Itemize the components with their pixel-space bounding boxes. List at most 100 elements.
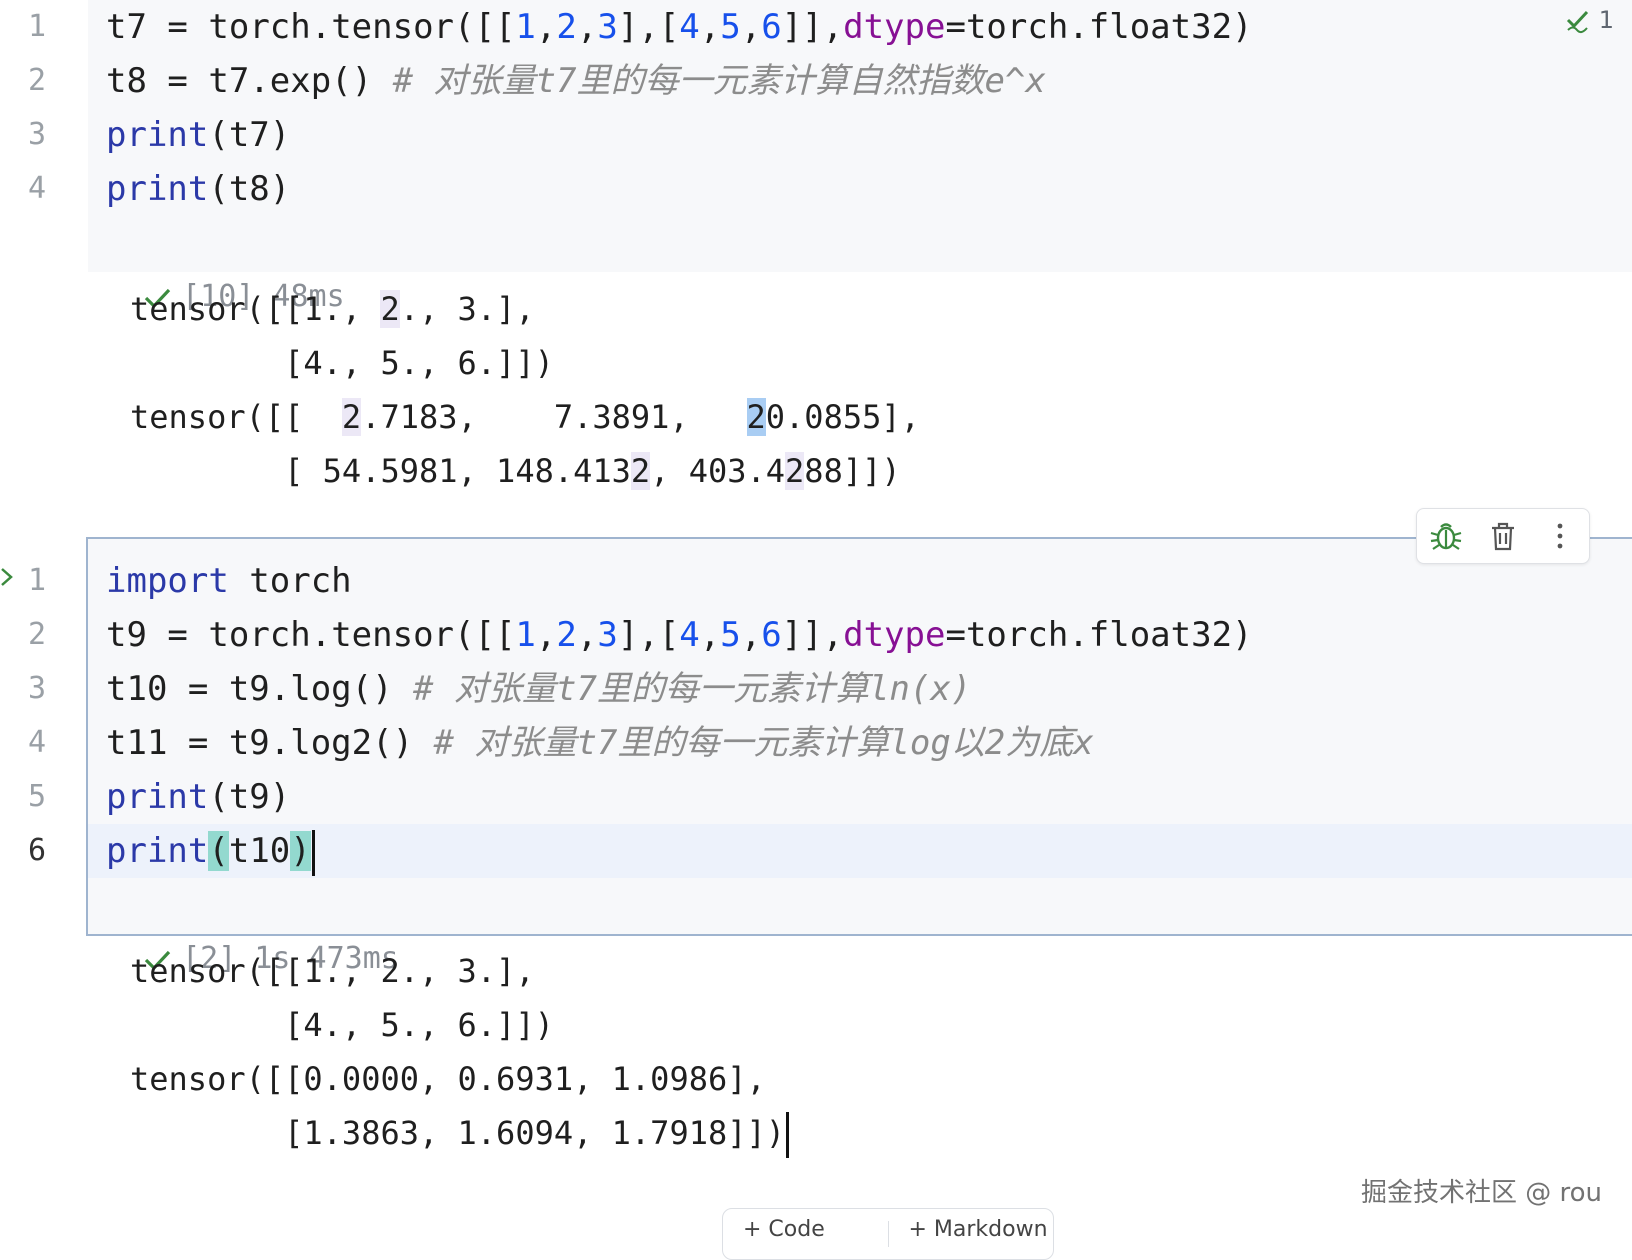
code-token: ,: [576, 615, 598, 655]
output-text: tensor([[: [130, 398, 342, 436]
code-token: =torch.float32): [945, 7, 1253, 47]
code-token: =: [146, 615, 209, 655]
output-text: 2: [380, 290, 400, 328]
output-text: ., 3.],: [399, 290, 535, 328]
number-literal: 6: [761, 7, 782, 47]
watermark: 掘金技术社区 @ rou: [1360, 1178, 1602, 1208]
output-text: 2: [785, 452, 805, 490]
code-line-current[interactable]: print(t10): [106, 824, 315, 878]
code-token: ,: [535, 7, 557, 47]
number-literal: 1: [515, 615, 536, 655]
code-token: t11 = t9.log2(): [106, 723, 434, 763]
output-line: tensor([[1., 2., 3.],: [130, 282, 535, 336]
builtin-keyword: print: [106, 115, 209, 155]
code-token: torch: [228, 561, 352, 601]
vertical-dots-icon: [1557, 523, 1563, 549]
code-line[interactable]: print(t7): [106, 108, 290, 162]
output-text: tensor([[1.,: [130, 290, 381, 328]
code-token: (t9): [208, 777, 291, 817]
inspection-badge[interactable]: 1: [1565, 4, 1614, 36]
code-token: ,: [740, 615, 762, 655]
number-literal: 4: [679, 615, 700, 655]
debug-cell-button[interactable]: [1426, 516, 1466, 556]
output-text: [1.3863, 1.6094, 1.7918]]): [130, 1114, 786, 1152]
output-text: 2: [630, 452, 651, 490]
number-literal: 5: [720, 615, 741, 655]
output-line: [4., 5., 6.]]): [130, 1006, 554, 1044]
output-line: tensor([[1., 2., 3.],: [130, 952, 535, 990]
line-number: 1: [27, 563, 47, 598]
named-parameter: dtype: [843, 7, 946, 47]
line-number: 3: [27, 117, 47, 152]
code-token: ,: [535, 615, 557, 655]
output-text: 2: [341, 398, 362, 436]
text-caret: [311, 829, 315, 876]
code-token: ],[: [617, 615, 680, 655]
trash-icon: [1491, 522, 1514, 551]
execution-status: [10] 48ms: [106, 216, 345, 314]
current-line-highlight: [88, 824, 1632, 878]
line-number: 2: [27, 63, 47, 98]
add-cell-bar: + Code + Markdown: [722, 1208, 1054, 1260]
execution-status: [2] 1s 473ms: [106, 878, 399, 976]
line-number: 2: [27, 617, 47, 652]
code-token: t9: [106, 615, 147, 655]
cell-toolbar: [1416, 508, 1590, 564]
code-comment: # 对张量t7里的每一元素计算log以2为底x: [433, 723, 1094, 763]
inspection-count: 1: [1598, 6, 1614, 34]
more-options-button[interactable]: [1540, 516, 1580, 556]
code-line[interactable]: import torch: [106, 554, 352, 608]
matched-brace: ): [290, 831, 311, 871]
number-literal: 4: [679, 7, 700, 47]
code-token: t10 = t9.log(): [106, 669, 414, 709]
output-text: 2: [746, 398, 766, 436]
line-number: 1: [27, 9, 47, 44]
builtin-keyword: print: [106, 777, 209, 817]
code-token: ,: [576, 7, 598, 47]
code-token: t8 = t7.exp(): [106, 61, 393, 101]
code-line[interactable]: print(t9): [106, 770, 290, 824]
code-token: ],[: [617, 7, 680, 47]
code-line[interactable]: t11 = t9.log2() # 对张量t7里的每一元素计算log以2为底x: [106, 716, 1094, 770]
code-line[interactable]: t8 = t7.exp() # 对张量t7里的每一元素计算自然指数e^x: [106, 54, 1046, 108]
code-token: t7: [106, 7, 147, 47]
code-token: (t8): [208, 169, 291, 209]
output-text: 0.0855],: [765, 398, 920, 436]
code-line[interactable]: t7 = torch.tensor([[1,2,3],[4,5,6]],dtyp…: [106, 0, 1253, 54]
check-double-icon: [1566, 10, 1588, 34]
line-number: 4: [27, 725, 47, 760]
line-number: 3: [27, 671, 47, 706]
named-parameter: dtype: [843, 615, 946, 655]
matched-brace: (: [208, 831, 229, 871]
code-line[interactable]: t9 = torch.tensor([[1,2,3],[4,5,6]],dtyp…: [106, 608, 1253, 662]
output-line: tensor([[ 2.7183, 7.3891, 20.0855],: [130, 390, 920, 444]
builtin-keyword: print: [106, 169, 209, 209]
code-token: ]],: [781, 7, 844, 47]
bug-icon: [1430, 523, 1461, 550]
number-literal: 2: [556, 7, 577, 47]
code-line[interactable]: print(t8): [106, 162, 290, 216]
number-literal: 2: [556, 615, 577, 655]
number-literal: 5: [720, 7, 741, 47]
add-markdown-cell-button[interactable]: + Markdown: [889, 1209, 1054, 1242]
code-token: ,: [740, 7, 762, 47]
delete-cell-button[interactable]: [1483, 516, 1523, 556]
number-literal: 3: [597, 7, 618, 47]
code-token: ,: [699, 615, 721, 655]
code-token: =torch.float32): [945, 615, 1253, 655]
code-token: ,: [699, 7, 721, 47]
code-comment: # 对张量t7里的每一元素计算ln(x): [413, 669, 972, 709]
add-code-cell-button[interactable]: + Code: [723, 1209, 888, 1242]
line-number: 6: [27, 833, 47, 868]
output-line: [ 54.5981, 148.4132, 403.4288]]): [130, 444, 901, 498]
code-token: torch.tensor([[: [208, 7, 516, 47]
code-line[interactable]: t10 = t9.log() # 对张量t7里的每一元素计算ln(x): [106, 662, 971, 716]
number-literal: 6: [761, 615, 782, 655]
line-number: 5: [27, 779, 47, 814]
code-token: t10: [228, 831, 291, 871]
output-caret: [786, 1112, 790, 1158]
code-token: (t7): [208, 115, 291, 155]
output-line: [4., 5., 6.]]): [130, 344, 554, 382]
output-text: .7183, 7.3891,: [361, 398, 747, 436]
builtin-keyword: print: [106, 831, 209, 871]
